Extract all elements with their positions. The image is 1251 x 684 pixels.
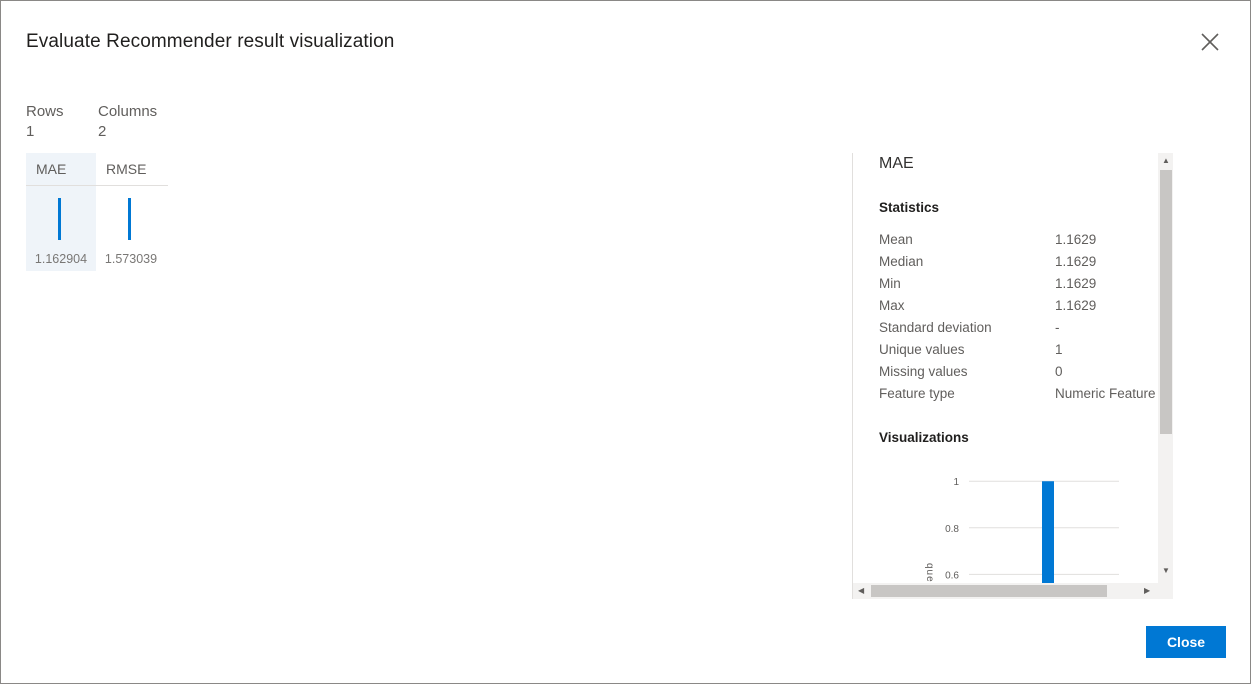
stat-label-mean: Mean <box>879 232 913 247</box>
close-icon[interactable] <box>1199 31 1221 53</box>
stat-label-unique: Unique values <box>879 342 965 357</box>
y-tick-label: 0.6 <box>945 570 959 581</box>
histogram-bar <box>1042 481 1054 583</box>
stat-label-missing: Missing values <box>879 364 968 379</box>
stat-label-max: Max <box>879 298 905 313</box>
vertical-scrollbar[interactable]: ▲ ▼ <box>1158 153 1173 583</box>
stat-value-unique: 1 <box>1055 342 1063 357</box>
column-value-rmse: 1.573039 <box>104 252 158 266</box>
rows-value: 1 <box>26 123 35 140</box>
vertical-scroll-thumb[interactable] <box>1160 170 1172 434</box>
scroll-right-icon[interactable]: ▶ <box>1144 586 1150 595</box>
y-axis-label: quency <box>924 563 935 583</box>
column-bar-rmse <box>128 198 131 240</box>
column-header-divider <box>26 185 168 186</box>
horizontal-scrollbar[interactable]: ◀ ▶ <box>853 583 1173 599</box>
statistics-panel: MAE Statistics Mean 1.1629 Median 1.1629… <box>852 153 1173 599</box>
scroll-down-icon[interactable]: ▼ <box>1162 566 1170 575</box>
column-mae[interactable]: MAE 1.162904 <box>26 153 96 271</box>
column-rmse[interactable]: RMSE 1.573039 <box>96 153 166 271</box>
column-header-mae: MAE <box>36 161 67 177</box>
frequency-histogram: 1 0.8 0.6 quency <box>924 477 1119 583</box>
stat-label-min: Min <box>879 276 901 291</box>
dialog: Evaluate Recommender result visualizatio… <box>0 0 1251 684</box>
visualizations-heading: Visualizations <box>879 430 969 445</box>
column-header-rmse: RMSE <box>106 161 147 177</box>
stat-value-feature-type: Numeric Feature <box>1055 386 1156 401</box>
horizontal-scroll-thumb[interactable] <box>871 585 1107 597</box>
statistics-heading: Statistics <box>879 200 940 215</box>
stat-value-std: - <box>1055 320 1060 335</box>
column-bar-mae <box>58 198 61 240</box>
column-value-mae: 1.162904 <box>34 252 88 266</box>
columns-value: 2 <box>98 123 107 140</box>
stat-label-std: Standard deviation <box>879 320 992 335</box>
dialog-title: Evaluate Recommender result visualizatio… <box>26 31 395 52</box>
scroll-left-icon[interactable]: ◀ <box>858 586 864 595</box>
scroll-up-icon[interactable]: ▲ <box>1162 156 1170 165</box>
y-tick-label: 1 <box>953 477 959 488</box>
y-tick-label: 0.8 <box>945 524 959 535</box>
stat-value-mean: 1.1629 <box>1055 232 1097 247</box>
close-button[interactable]: Close <box>1146 626 1226 658</box>
stat-label-feature-type: Feature type <box>879 386 955 401</box>
panel-title: MAE <box>879 155 914 172</box>
stat-value-max: 1.1629 <box>1055 298 1097 313</box>
stat-label-median: Median <box>879 254 924 269</box>
columns-label: Columns <box>98 103 158 120</box>
stat-value-min: 1.1629 <box>1055 276 1097 291</box>
stat-value-missing: 0 <box>1055 364 1063 379</box>
rows-label: Rows <box>26 103 64 120</box>
stat-value-median: 1.1629 <box>1055 254 1097 269</box>
